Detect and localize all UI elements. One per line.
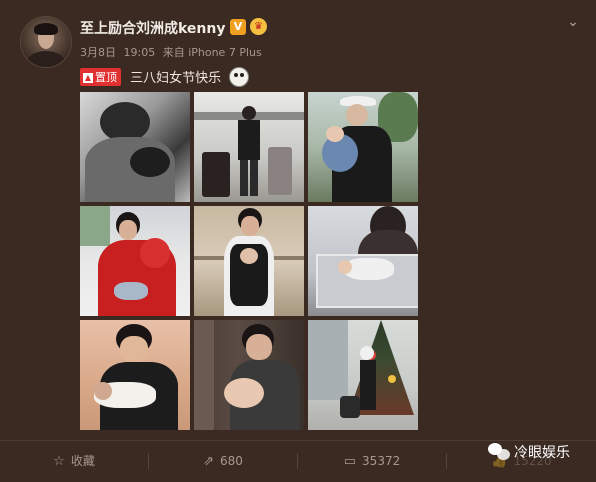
photo-1[interactable] — [80, 92, 190, 202]
photo-4[interactable] — [80, 206, 190, 316]
post-date[interactable]: 3月8日 — [80, 46, 116, 59]
comment-count: 35372 — [362, 454, 401, 468]
photo-5[interactable] — [194, 206, 304, 316]
post-header: 至上励合刘洲成kenny V ♛ ⌄ 3月8日 19:05 来自 iPhone … — [0, 0, 596, 92]
pin-icon: ▲ — [83, 72, 93, 83]
photo-2[interactable] — [194, 92, 304, 202]
watermark: 冷眼娱乐 — [488, 442, 570, 464]
post-content: ▲ 置顶 三八妇女节快乐 — [80, 66, 250, 87]
post-time[interactable]: 19:05 — [124, 46, 156, 59]
photo-grid — [80, 92, 418, 430]
photo-3[interactable] — [308, 92, 418, 202]
wechat-logo-icon — [488, 443, 510, 461]
chevron-down-icon[interactable]: ⌄ — [565, 14, 581, 30]
crown-icon[interactable]: ♛ — [250, 18, 267, 35]
photo-9[interactable] — [308, 320, 418, 430]
verified-badge[interactable]: V — [230, 19, 246, 35]
post-source: 来自 iPhone 7 Plus — [162, 46, 262, 59]
avatar[interactable] — [20, 16, 72, 68]
comment-button[interactable]: ▭ 35372 — [298, 441, 446, 481]
post-text: 三八妇女节快乐 — [130, 71, 222, 86]
panda-face-icon — [229, 66, 250, 87]
pinned-label: 置顶 — [95, 70, 117, 84]
comment-icon: ▭ — [343, 454, 357, 469]
repost-count: 680 — [220, 454, 243, 468]
photo-6[interactable] — [308, 206, 418, 316]
repost-icon: ⇗ — [203, 454, 214, 469]
photo-7[interactable] — [80, 320, 190, 430]
favorite-button[interactable]: ☆ 收藏 — [0, 441, 148, 481]
photo-8[interactable] — [194, 320, 304, 430]
repost-button[interactable]: ⇗ 680 — [149, 441, 297, 481]
star-icon: ☆ — [53, 454, 65, 469]
favorite-label: 收藏 — [70, 454, 95, 468]
watermark-text: 冷眼娱乐 — [514, 445, 570, 461]
username-link[interactable]: 至上励合刘洲成kenny — [80, 18, 226, 38]
post-meta: 3月8日 19:05 来自 iPhone 7 Plus — [80, 44, 266, 60]
pinned-badge: ▲ 置顶 — [80, 67, 121, 86]
